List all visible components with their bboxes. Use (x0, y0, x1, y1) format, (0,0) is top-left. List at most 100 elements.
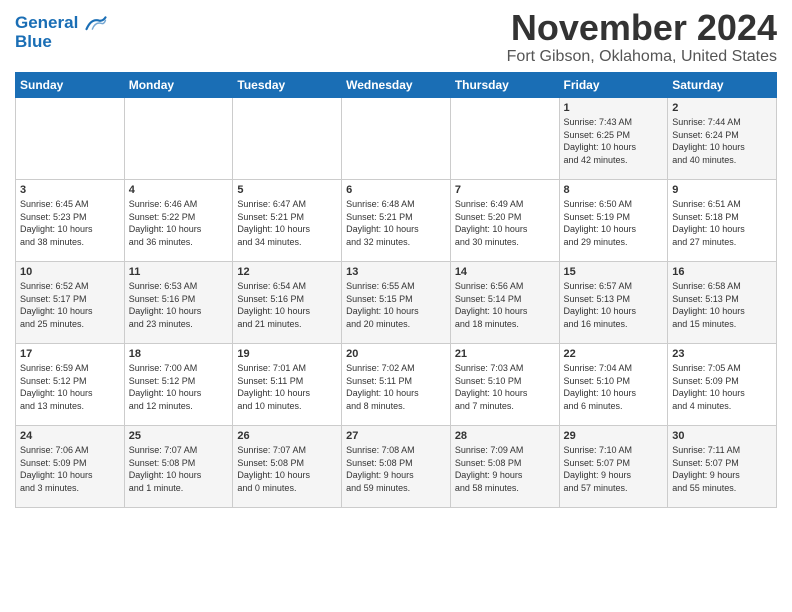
day-number: 26 (237, 430, 337, 442)
weekday-header-tuesday: Tuesday (233, 73, 342, 98)
calendar-cell: 26 Sunrise: 7:07 AM Sunset: 5:08 PM Dayli… (233, 426, 342, 508)
day-detail: Sunrise: 7:44 AM Sunset: 6:24 PM Dayligh… (672, 116, 772, 166)
day-number: 7 (455, 184, 555, 196)
day-detail: Sunrise: 6:57 AM Sunset: 5:13 PM Dayligh… (564, 280, 664, 330)
day-number: 19 (237, 348, 337, 360)
day-detail: Sunrise: 7:43 AM Sunset: 6:25 PM Dayligh… (564, 116, 664, 166)
day-number: 13 (346, 266, 446, 278)
logo: General Blue (15, 14, 107, 51)
page-container: General Blue November 2024 Fort Gibson, … (0, 0, 792, 513)
day-detail: Sunrise: 7:01 AM Sunset: 5:11 PM Dayligh… (237, 362, 337, 412)
day-detail: Sunrise: 7:10 AM Sunset: 5:07 PM Dayligh… (564, 444, 664, 494)
day-number: 6 (346, 184, 446, 196)
weekday-header-row: SundayMondayTuesdayWednesdayThursdayFrid… (16, 73, 777, 98)
day-number: 9 (672, 184, 772, 196)
day-number: 21 (455, 348, 555, 360)
day-detail: Sunrise: 7:08 AM Sunset: 5:08 PM Dayligh… (346, 444, 446, 494)
calendar-cell: 24 Sunrise: 7:06 AM Sunset: 5:09 PM Dayli… (16, 426, 125, 508)
day-number: 22 (564, 348, 664, 360)
calendar-cell: 16Sunrise: 6:58 AM Sunset: 5:13 PM Dayli… (668, 262, 777, 344)
calendar-cell: 14Sunrise: 6:56 AM Sunset: 5:14 PM Dayli… (450, 262, 559, 344)
day-number: 14 (455, 266, 555, 278)
week-row-2: 3 Sunrise: 6:45 AM Sunset: 5:23 PM Daylig… (16, 180, 777, 262)
calendar-cell: 17Sunrise: 6:59 AM Sunset: 5:12 PM Dayli… (16, 344, 125, 426)
location: Fort Gibson, Oklahoma, United States (507, 48, 777, 66)
day-number: 3 (20, 184, 120, 196)
calendar-cell: 22 Sunrise: 7:04 AM Sunset: 5:10 PM Dayli… (559, 344, 668, 426)
day-number: 20 (346, 348, 446, 360)
calendar-cell: 1Sunrise: 7:43 AM Sunset: 6:25 PM Daylig… (559, 98, 668, 180)
calendar-cell (124, 98, 233, 180)
calendar-cell: 6Sunrise: 6:48 AM Sunset: 5:21 PM Daylig… (342, 180, 451, 262)
day-number: 10 (20, 266, 120, 278)
calendar-cell (16, 98, 125, 180)
calendar-cell: 2 Sunrise: 7:44 AM Sunset: 6:24 PM Daylig… (668, 98, 777, 180)
calendar-cell: 7 Sunrise: 6:49 AM Sunset: 5:20 PM Daylig… (450, 180, 559, 262)
calendar-cell: 5 Sunrise: 6:47 AM Sunset: 5:21 PM Daylig… (233, 180, 342, 262)
day-detail: Sunrise: 6:46 AM Sunset: 5:22 PM Dayligh… (129, 198, 229, 248)
weekday-header-saturday: Saturday (668, 73, 777, 98)
calendar-cell: 10 Sunrise: 6:52 AM Sunset: 5:17 PM Dayli… (16, 262, 125, 344)
day-detail: Sunrise: 7:03 AM Sunset: 5:10 PM Dayligh… (455, 362, 555, 412)
day-detail: Sunrise: 6:51 AM Sunset: 5:18 PM Dayligh… (672, 198, 772, 248)
day-number: 23 (672, 348, 772, 360)
calendar-cell (233, 98, 342, 180)
day-detail: Sunrise: 7:07 AM Sunset: 5:08 PM Dayligh… (237, 444, 337, 494)
calendar-cell: 4Sunrise: 6:46 AM Sunset: 5:22 PM Daylig… (124, 180, 233, 262)
day-detail: Sunrise: 6:49 AM Sunset: 5:20 PM Dayligh… (455, 198, 555, 248)
day-number: 8 (564, 184, 664, 196)
day-number: 25 (129, 430, 229, 442)
day-number: 2 (672, 102, 772, 114)
day-detail: Sunrise: 6:59 AM Sunset: 5:12 PM Dayligh… (20, 362, 120, 412)
day-number: 30 (672, 430, 772, 442)
calendar-cell: 27 Sunrise: 7:08 AM Sunset: 5:08 PM Dayli… (342, 426, 451, 508)
calendar-cell: 9 Sunrise: 6:51 AM Sunset: 5:18 PM Daylig… (668, 180, 777, 262)
day-number: 12 (237, 266, 337, 278)
day-number: 5 (237, 184, 337, 196)
day-number: 18 (129, 348, 229, 360)
calendar-cell: 3 Sunrise: 6:45 AM Sunset: 5:23 PM Daylig… (16, 180, 125, 262)
calendar-cell: 29 Sunrise: 7:10 AM Sunset: 5:07 PM Dayli… (559, 426, 668, 508)
week-row-1: 1Sunrise: 7:43 AM Sunset: 6:25 PM Daylig… (16, 98, 777, 180)
calendar-cell (342, 98, 451, 180)
title-block: November 2024 Fort Gibson, Oklahoma, Uni… (507, 10, 777, 66)
day-detail: Sunrise: 7:04 AM Sunset: 5:10 PM Dayligh… (564, 362, 664, 412)
day-detail: Sunrise: 6:52 AM Sunset: 5:17 PM Dayligh… (20, 280, 120, 330)
day-detail: Sunrise: 7:05 AM Sunset: 5:09 PM Dayligh… (672, 362, 772, 412)
calendar-cell: 23 Sunrise: 7:05 AM Sunset: 5:09 PM Dayli… (668, 344, 777, 426)
week-row-5: 24 Sunrise: 7:06 AM Sunset: 5:09 PM Dayli… (16, 426, 777, 508)
calendar-cell: 12 Sunrise: 6:54 AM Sunset: 5:16 PM Dayli… (233, 262, 342, 344)
day-detail: Sunrise: 6:47 AM Sunset: 5:21 PM Dayligh… (237, 198, 337, 248)
day-detail: Sunrise: 6:45 AM Sunset: 5:23 PM Dayligh… (20, 198, 120, 248)
day-detail: Sunrise: 6:54 AM Sunset: 5:16 PM Dayligh… (237, 280, 337, 330)
day-detail: Sunrise: 7:11 AM Sunset: 5:07 PM Dayligh… (672, 444, 772, 494)
calendar-cell: 15Sunrise: 6:57 AM Sunset: 5:13 PM Dayli… (559, 262, 668, 344)
calendar-table: SundayMondayTuesdayWednesdayThursdayFrid… (15, 72, 777, 508)
calendar-cell: 25Sunrise: 7:07 AM Sunset: 5:08 PM Dayli… (124, 426, 233, 508)
day-detail: Sunrise: 7:09 AM Sunset: 5:08 PM Dayligh… (455, 444, 555, 494)
weekday-header-friday: Friday (559, 73, 668, 98)
day-number: 28 (455, 430, 555, 442)
day-number: 24 (20, 430, 120, 442)
day-detail: Sunrise: 7:06 AM Sunset: 5:09 PM Dayligh… (20, 444, 120, 494)
day-number: 27 (346, 430, 446, 442)
weekday-header-sunday: Sunday (16, 73, 125, 98)
week-row-4: 17Sunrise: 6:59 AM Sunset: 5:12 PM Dayli… (16, 344, 777, 426)
logo-blue-text: Blue (15, 33, 107, 52)
logo-wing-icon (85, 16, 107, 32)
day-number: 16 (672, 266, 772, 278)
weekday-header-monday: Monday (124, 73, 233, 98)
calendar-cell: 11Sunrise: 6:53 AM Sunset: 5:16 PM Dayli… (124, 262, 233, 344)
weekday-header-wednesday: Wednesday (342, 73, 451, 98)
calendar-cell: 28 Sunrise: 7:09 AM Sunset: 5:08 PM Dayli… (450, 426, 559, 508)
calendar-cell: 20 Sunrise: 7:02 AM Sunset: 5:11 PM Dayli… (342, 344, 451, 426)
day-number: 29 (564, 430, 664, 442)
day-detail: Sunrise: 6:55 AM Sunset: 5:15 PM Dayligh… (346, 280, 446, 330)
month-title: November 2024 (507, 10, 777, 46)
calendar-cell: 13 Sunrise: 6:55 AM Sunset: 5:15 PM Dayli… (342, 262, 451, 344)
day-detail: Sunrise: 7:00 AM Sunset: 5:12 PM Dayligh… (129, 362, 229, 412)
day-detail: Sunrise: 6:53 AM Sunset: 5:16 PM Dayligh… (129, 280, 229, 330)
logo-text: General (15, 14, 107, 33)
day-detail: Sunrise: 6:50 AM Sunset: 5:19 PM Dayligh… (564, 198, 664, 248)
day-detail: Sunrise: 7:02 AM Sunset: 5:11 PM Dayligh… (346, 362, 446, 412)
